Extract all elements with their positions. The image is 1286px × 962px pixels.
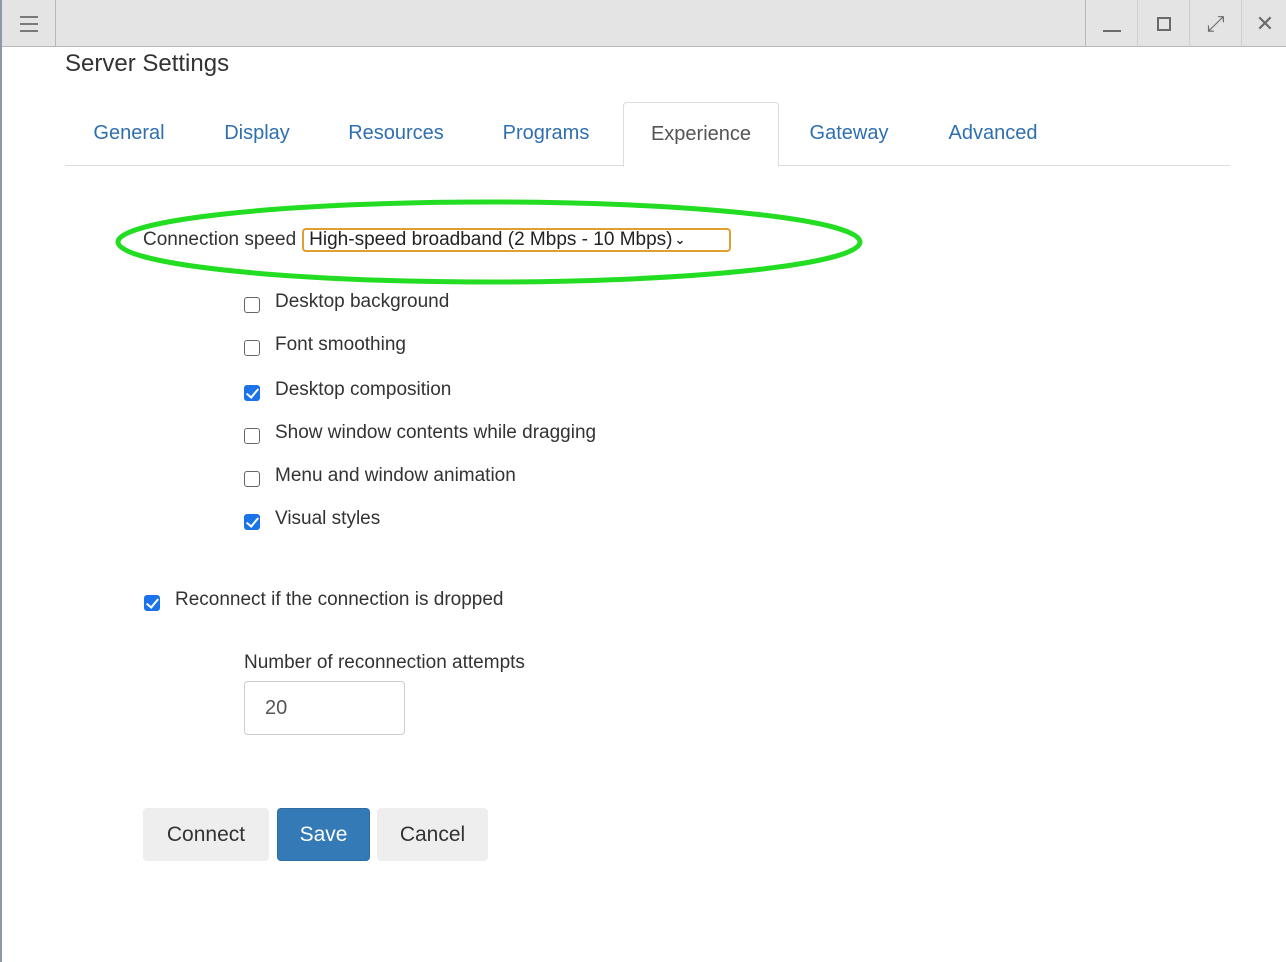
fullscreen-glyph: ⤢ xyxy=(1206,10,1225,36)
close-glyph: ✕ xyxy=(1255,10,1275,36)
connection-speed-select[interactable]: High-speed broadband (2 Mbps - 10 Mbps) … xyxy=(302,228,732,252)
tab-advanced[interactable]: Advanced xyxy=(919,102,1067,166)
option-font-smoothing[interactable]: Font smoothing xyxy=(244,334,406,356)
minimize-icon[interactable] xyxy=(1085,0,1137,47)
option-label: Font smoothing xyxy=(275,334,406,355)
checkbox-menu-window-animation[interactable] xyxy=(244,471,260,487)
tab-resources[interactable]: Resources xyxy=(321,102,471,166)
checkbox-visual-styles[interactable] xyxy=(244,514,260,530)
checkbox-window-contents-dragging[interactable] xyxy=(244,428,260,444)
maximize-icon[interactable] xyxy=(1137,0,1189,47)
cancel-button[interactable]: Cancel xyxy=(377,808,488,861)
checkbox-font-smoothing[interactable] xyxy=(244,340,260,356)
connection-speed-value: High-speed broadband (2 Mbps - 10 Mbps) xyxy=(309,229,673,250)
option-label: Show window contents while dragging xyxy=(275,422,597,443)
reconnection-attempts-label: Number of reconnection attempts xyxy=(244,652,525,673)
settings-tabs: General Display Resources Programs Exper… xyxy=(65,102,1230,167)
option-reconnect[interactable]: Reconnect if the connection is dropped xyxy=(144,589,504,611)
checkbox-desktop-composition[interactable] xyxy=(244,385,260,401)
option-label: Reconnect if the connection is dropped xyxy=(175,589,504,610)
option-label: Desktop composition xyxy=(275,379,452,400)
option-menu-window-animation[interactable]: Menu and window animation xyxy=(244,465,516,487)
option-label: Visual styles xyxy=(275,508,381,529)
tab-programs[interactable]: Programs xyxy=(471,102,621,166)
close-icon[interactable]: ✕ xyxy=(1241,0,1286,47)
hamburger-menu-icon[interactable] xyxy=(2,0,56,47)
option-desktop-composition[interactable]: Desktop composition xyxy=(244,379,451,401)
tab-experience[interactable]: Experience xyxy=(623,102,779,167)
option-window-contents-dragging[interactable]: Show window contents while dragging xyxy=(244,422,596,444)
tab-display[interactable]: Display xyxy=(193,102,321,166)
connection-speed-row: Connection speed High-speed broadband (2… xyxy=(143,226,732,254)
tab-gateway[interactable]: Gateway xyxy=(779,102,919,166)
fullscreen-icon[interactable]: ⤢ xyxy=(1189,0,1241,47)
connect-button[interactable]: Connect xyxy=(143,808,269,861)
page-title: Server Settings xyxy=(65,50,230,77)
option-visual-styles[interactable]: Visual styles xyxy=(244,508,380,530)
option-label: Menu and window animation xyxy=(275,465,516,486)
reconnection-attempts-input[interactable] xyxy=(244,681,405,735)
chevron-down-icon: ⌄ xyxy=(674,232,686,247)
tab-general[interactable]: General xyxy=(65,102,193,166)
title-bar: ⤢ ✕ xyxy=(2,0,1286,47)
checkbox-desktop-background[interactable] xyxy=(244,297,260,313)
checkbox-reconnect[interactable] xyxy=(144,595,160,611)
option-desktop-background[interactable]: Desktop background xyxy=(244,291,449,313)
server-settings-window: ⤢ ✕ Server Settings General Display Reso… xyxy=(0,0,1286,962)
connection-speed-label: Connection speed xyxy=(143,229,297,250)
save-button[interactable]: Save xyxy=(277,808,370,861)
option-label: Desktop background xyxy=(275,291,450,312)
